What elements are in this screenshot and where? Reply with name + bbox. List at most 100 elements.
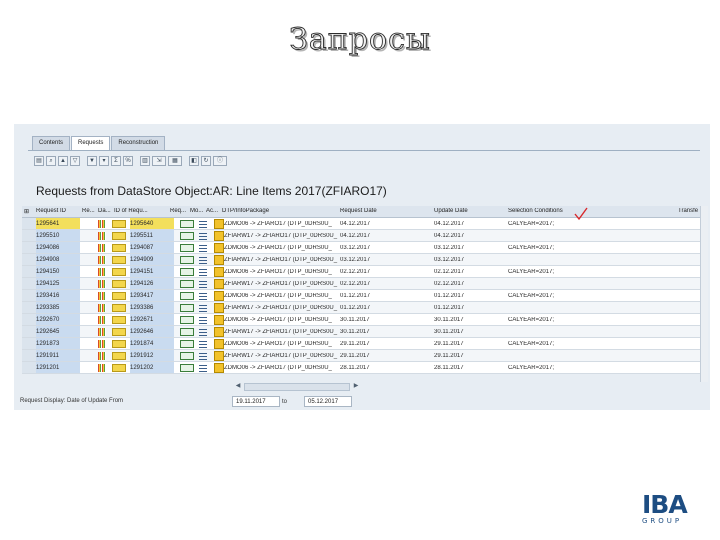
col-request-id[interactable]: Request ID <box>36 208 80 214</box>
request-status-icon[interactable] <box>98 232 106 240</box>
monitor-icon[interactable] <box>199 256 207 264</box>
row-selector[interactable] <box>22 266 36 277</box>
sum-icon[interactable]: Σ <box>111 156 121 166</box>
col-data-status[interactable]: Da... <box>98 208 112 214</box>
col-monitor[interactable]: Mo... <box>190 208 204 214</box>
active-icon[interactable] <box>214 303 224 313</box>
active-icon[interactable] <box>214 339 224 349</box>
layout-icon[interactable]: ▦ <box>168 156 182 166</box>
request-status-icon[interactable] <box>98 364 106 372</box>
data-status-icon[interactable] <box>112 220 126 228</box>
monitor-icon[interactable] <box>199 232 207 240</box>
request-status-icon[interactable] <box>98 340 106 348</box>
table-row[interactable]: 1292670 1292671 ZDMO06 -> ZFIARO17 (DTP_0D… <box>22 314 700 326</box>
request-status-icon[interactable] <box>98 220 106 228</box>
active-icon[interactable] <box>214 279 224 289</box>
table-row[interactable]: 1292645 1292646 ZFIARW17 -> ZFIARO17 (DTP_… <box>22 326 700 338</box>
col-transfer[interactable]: Transfe <box>678 208 700 214</box>
set-filter-icon[interactable]: ▾ <box>99 156 109 166</box>
graphic-icon[interactable]: ◧ <box>189 156 199 166</box>
row-selector[interactable] <box>22 230 36 241</box>
details-icon[interactable]: ▤ <box>34 156 44 166</box>
table-row[interactable]: 1293416 1293417 ZDMO06 -> ZFIARO17 (DTP_0D… <box>22 290 700 302</box>
monitor-icon[interactable] <box>199 340 207 348</box>
active-icon[interactable] <box>214 363 224 373</box>
active-icon[interactable] <box>214 315 224 325</box>
request-link-icon[interactable] <box>180 328 194 336</box>
row-selector[interactable] <box>22 290 36 301</box>
find-icon[interactable]: ⌕ <box>46 156 56 166</box>
col-dtp-infopackage[interactable]: DTP/InfoPackage <box>222 208 332 214</box>
request-status-icon[interactable] <box>98 244 106 252</box>
col-update-date[interactable]: Update Date <box>434 208 504 214</box>
monitor-icon[interactable] <box>199 268 207 276</box>
active-icon[interactable] <box>214 231 224 241</box>
request-status-icon[interactable] <box>98 304 106 312</box>
request-link-icon[interactable] <box>180 292 194 300</box>
row-selector[interactable] <box>22 350 36 361</box>
table-row[interactable]: 1294086 1294087 ZDMO06 -> ZFIARO17 (DTP_0D… <box>22 242 700 254</box>
monitor-icon[interactable] <box>199 352 207 360</box>
request-status-icon[interactable] <box>98 280 106 288</box>
active-icon[interactable] <box>214 351 224 361</box>
tab-contents[interactable]: Contents <box>32 136 71 150</box>
request-link-icon[interactable] <box>180 364 194 372</box>
scroll-right-icon[interactable]: ▶ <box>352 383 360 391</box>
print-icon[interactable]: ▥ <box>140 156 150 166</box>
data-status-icon[interactable] <box>112 280 126 288</box>
data-status-icon[interactable] <box>112 292 126 300</box>
monitor-icon[interactable] <box>199 328 207 336</box>
request-status-icon[interactable] <box>98 268 106 276</box>
data-status-icon[interactable] <box>112 352 126 360</box>
export-icon[interactable]: ⇲ <box>152 156 166 166</box>
request-link-icon[interactable] <box>180 232 194 240</box>
filter-icon[interactable]: ▽ <box>70 156 80 166</box>
table-row[interactable]: 1295510 1295511 ZFIARW17 -> ZFIARO17 (DTP_… <box>22 230 700 242</box>
request-link-icon[interactable] <box>180 316 194 324</box>
table-row[interactable]: 1293385 1293386 ZFIARW17 -> ZFIARO17 (DTP_… <box>22 302 700 314</box>
table-row[interactable]: 1294150 1294151 ZDMO06 -> ZFIARO17 (DTP_0D… <box>22 266 700 278</box>
vertical-scrollbar[interactable] <box>700 206 708 382</box>
row-selector[interactable] <box>22 242 36 253</box>
tab-reconstruction[interactable]: Reconstruction <box>111 136 166 150</box>
table-row[interactable]: 1291911 1291912 ZFIARW17 -> ZFIARO17 (DTP_… <box>22 350 700 362</box>
request-link-icon[interactable] <box>180 220 194 228</box>
row-selector[interactable] <box>22 326 36 337</box>
monitor-icon[interactable] <box>199 316 207 324</box>
row-selector[interactable] <box>22 314 36 325</box>
col-request-date[interactable]: Request Date <box>340 208 430 214</box>
col-request-status[interactable]: Re... <box>82 208 96 214</box>
data-status-icon[interactable] <box>112 268 126 276</box>
active-icon[interactable] <box>214 291 224 301</box>
request-status-icon[interactable] <box>98 256 106 264</box>
data-status-icon[interactable] <box>112 232 126 240</box>
active-icon[interactable] <box>214 219 224 229</box>
request-link-icon[interactable] <box>180 352 194 360</box>
row-selector[interactable] <box>22 338 36 349</box>
active-icon[interactable] <box>214 267 224 277</box>
table-row[interactable]: 1295641 1295640 ZDMO06 -> ZFIARO17 (DTP_0D… <box>22 218 700 230</box>
date-to-field[interactable]: 05.12.2017 <box>304 396 352 407</box>
request-link-icon[interactable] <box>180 280 194 288</box>
active-icon[interactable] <box>214 243 224 253</box>
monitor-icon[interactable] <box>199 244 207 252</box>
active-icon[interactable] <box>214 255 224 265</box>
data-status-icon[interactable] <box>112 304 126 312</box>
data-status-icon[interactable] <box>112 256 126 264</box>
request-status-icon[interactable] <box>98 352 106 360</box>
data-status-icon[interactable] <box>112 340 126 348</box>
data-status-icon[interactable] <box>112 328 126 336</box>
monitor-icon[interactable] <box>199 280 207 288</box>
request-link-icon[interactable] <box>180 268 194 276</box>
row-selector[interactable] <box>22 302 36 313</box>
monitor-icon[interactable] <box>199 292 207 300</box>
col-request[interactable]: Req... <box>170 208 188 214</box>
request-status-icon[interactable] <box>98 292 106 300</box>
col-active[interactable]: Ac... <box>206 208 218 214</box>
monitor-icon[interactable] <box>199 220 207 228</box>
request-status-icon[interactable] <box>98 316 106 324</box>
request-link-icon[interactable] <box>180 304 194 312</box>
request-status-icon[interactable] <box>98 328 106 336</box>
row-selector[interactable] <box>22 218 36 229</box>
table-row[interactable]: 1294908 1294909 ZFIARW17 -> ZFIARO17 (DTP_… <box>22 254 700 266</box>
